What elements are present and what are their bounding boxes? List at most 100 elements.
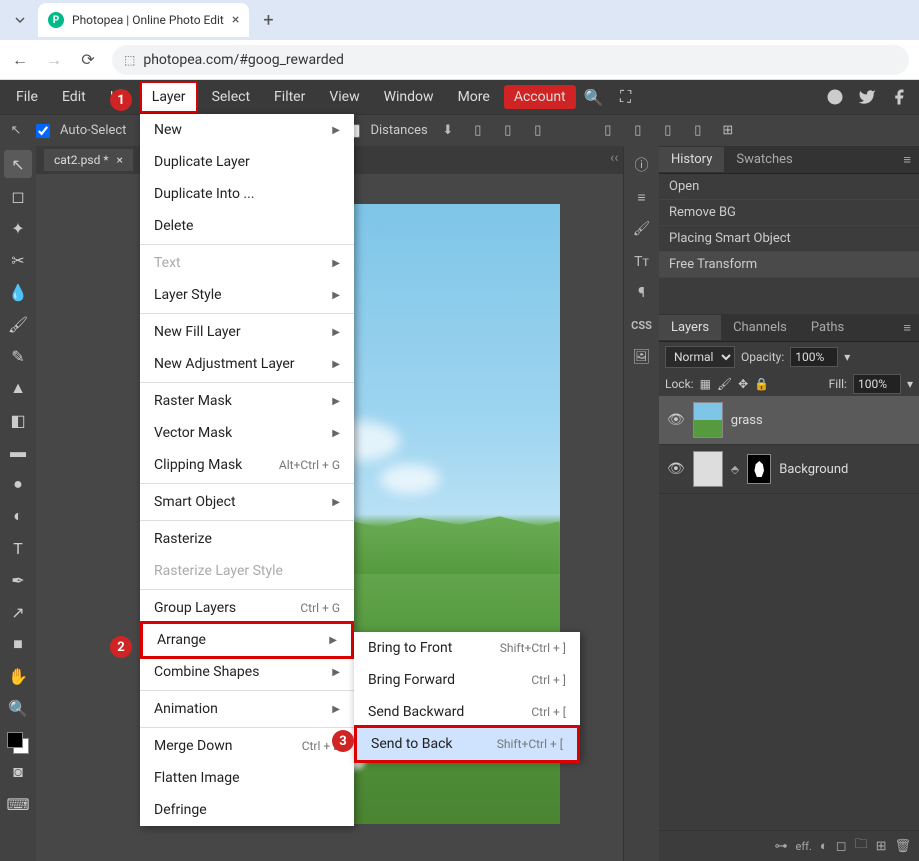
gradient-tool[interactable]: ▬ xyxy=(4,438,32,466)
layer-thumbnail[interactable] xyxy=(693,402,723,438)
menu-item-merge-down[interactable]: Merge DownCtrl + E xyxy=(140,730,354,762)
css-icon[interactable]: CSS xyxy=(629,312,655,338)
adjust-icon[interactable]: ◐ xyxy=(820,838,828,854)
color-swatch[interactable] xyxy=(7,732,29,754)
pen-tool[interactable]: ✒ xyxy=(4,566,32,594)
align-right-icon[interactable]: ▯ xyxy=(528,121,548,141)
stamp-tool[interactable]: ▲ xyxy=(4,374,32,402)
eraser-tool[interactable]: ◧ xyxy=(4,406,32,434)
text2-icon[interactable]: Tᴛ xyxy=(629,248,655,274)
delete-layer-icon[interactable]: 🗑 xyxy=(894,839,911,854)
new-tab-button[interactable]: + xyxy=(255,10,281,31)
lock-all-icon[interactable]: 🔒 xyxy=(754,377,769,391)
back-button[interactable]: ← xyxy=(10,50,30,70)
brush-panel-icon[interactable]: 🖌 xyxy=(629,216,655,242)
zoom-tool[interactable]: 🔍 xyxy=(4,694,32,722)
blur-tool[interactable]: ● xyxy=(4,470,32,498)
marquee-tool[interactable]: ◻ xyxy=(4,182,32,210)
menu-item-defringe[interactable]: Defringe xyxy=(140,794,354,826)
menu-item-new-fill-layer[interactable]: New Fill Layer▶ xyxy=(140,316,354,348)
mask-icon[interactable]: ◻ xyxy=(836,839,847,854)
distribute4-icon[interactable]: ▯ xyxy=(688,121,708,141)
visibility-icon[interactable]: 👁 xyxy=(667,412,685,428)
wand-tool[interactable]: ✦ xyxy=(4,214,32,242)
history-item[interactable]: Remove BG xyxy=(659,200,919,226)
lock-paint-icon[interactable]: 🖌 xyxy=(717,377,732,391)
layer-row[interactable]: 👁 ⬘ Background xyxy=(659,445,919,494)
pencil-tool[interactable]: ✎ xyxy=(4,342,32,370)
address-bar[interactable]: ⬚ photopea.com/#goog_rewarded xyxy=(112,45,909,75)
document-tab[interactable]: cat2.psd * × xyxy=(44,149,133,171)
history-item[interactable]: Placing Smart Object xyxy=(659,226,919,252)
distribute-icon[interactable]: ▯ xyxy=(598,121,618,141)
opacity-input[interactable]: 100% xyxy=(790,347,838,367)
menu-item-new-adjustment-layer[interactable]: New Adjustment Layer▶ xyxy=(140,348,354,380)
menu-item-animation[interactable]: Animation▶ xyxy=(140,693,354,725)
submenu-item-bring-forward[interactable]: Bring ForwardCtrl + ] xyxy=(354,664,580,696)
menu-item-smart-object[interactable]: Smart Object▶ xyxy=(140,486,354,518)
shape-tool[interactable]: ■ xyxy=(4,630,32,658)
move-tool[interactable]: ↖ xyxy=(4,150,32,178)
quickmask-tool[interactable]: ◙ xyxy=(4,758,32,786)
search-icon[interactable]: 🔍 xyxy=(584,87,604,107)
path-tool[interactable]: ↗ xyxy=(4,598,32,626)
eyedropper-tool[interactable]: 💧 xyxy=(4,278,32,306)
distribute3-icon[interactable]: ▯ xyxy=(658,121,678,141)
panel-menu-icon[interactable]: ≡ xyxy=(895,152,919,168)
twitter-icon[interactable] xyxy=(857,87,877,107)
visibility-icon[interactable]: 👁 xyxy=(667,461,685,477)
menu-item-raster-mask[interactable]: Raster Mask▶ xyxy=(140,385,354,417)
menu-item-new[interactable]: New▶ xyxy=(140,114,354,146)
menu-filter[interactable]: Filter xyxy=(264,83,315,111)
folder-icon[interactable]: 🗀 xyxy=(855,835,868,857)
menu-item-group-layers[interactable]: Group LayersCtrl + G xyxy=(140,592,354,624)
menu-item-flatten-image[interactable]: Flatten Image xyxy=(140,762,354,794)
history-tab[interactable]: History xyxy=(659,147,724,172)
collapse-icon[interactable]: ‹‹ xyxy=(610,150,618,166)
menu-item-duplicate-layer[interactable]: Duplicate Layer xyxy=(140,146,354,178)
swatches-tab[interactable]: Swatches xyxy=(724,147,804,172)
lock-trans-icon[interactable]: ▦ xyxy=(700,377,711,391)
fill-dropdown-icon[interactable]: ▾ xyxy=(907,377,913,391)
menu-item-layer-style[interactable]: Layer Style▶ xyxy=(140,279,354,311)
image-icon[interactable]: 🖼 xyxy=(629,344,655,370)
menu-file[interactable]: File xyxy=(6,83,48,111)
paths-tab[interactable]: Paths xyxy=(799,315,856,340)
dodge-tool[interactable]: ◐ xyxy=(4,502,32,530)
align-center-icon[interactable]: ▯ xyxy=(498,121,518,141)
menu-select[interactable]: Select xyxy=(202,83,260,111)
menu-item-duplicate-into-[interactable]: Duplicate Into ... xyxy=(140,178,354,210)
tab-dropdown[interactable] xyxy=(8,8,32,32)
layers-menu-icon[interactable]: ≡ xyxy=(895,320,919,336)
close-tab-icon[interactable]: × xyxy=(232,12,239,28)
mask-thumbnail[interactable] xyxy=(747,454,771,484)
submenu-item-bring-to-front[interactable]: Bring to FrontShift+Ctrl + ] xyxy=(354,632,580,664)
menu-account[interactable]: Account xyxy=(504,85,576,109)
reddit-icon[interactable] xyxy=(825,87,845,107)
distribute2-icon[interactable]: ▯ xyxy=(628,121,648,141)
fullscreen-icon[interactable]: ⛶ xyxy=(616,87,636,107)
opacity-dropdown-icon[interactable]: ▾ xyxy=(844,350,850,364)
settings-icon[interactable]: ≡ xyxy=(629,184,655,210)
menu-more[interactable]: More xyxy=(448,83,500,111)
type-tool[interactable]: T xyxy=(4,534,32,562)
close-doc-icon[interactable]: × xyxy=(117,153,123,167)
menu-item-combine-shapes[interactable]: Combine Shapes▶ xyxy=(140,656,354,688)
download-icon[interactable]: ⬇ xyxy=(438,121,458,141)
menu-view[interactable]: View xyxy=(319,83,369,111)
paragraph-icon[interactable]: ¶ xyxy=(629,280,655,306)
brush-tool[interactable]: 🖌 xyxy=(4,310,32,338)
align-left-icon[interactable]: ▯ xyxy=(468,121,488,141)
menu-item-arrange[interactable]: Arrange▶ xyxy=(140,621,354,659)
history-item[interactable]: Free Transform xyxy=(659,252,919,278)
lock-move-icon[interactable]: ✥ xyxy=(738,377,748,391)
menu-item-rasterize[interactable]: Rasterize xyxy=(140,523,354,555)
link-icon[interactable]: ⬘ xyxy=(731,463,739,476)
browser-tab[interactable]: P Photopea | Online Photo Edit × xyxy=(38,3,249,37)
menu-item-vector-mask[interactable]: Vector Mask▶ xyxy=(140,417,354,449)
fx-icon[interactable]: eff. xyxy=(796,840,812,853)
blend-mode-select[interactable]: Normal xyxy=(665,346,735,368)
layers-tab[interactable]: Layers xyxy=(659,315,721,340)
screenmode-tool[interactable]: ⌨ xyxy=(4,790,32,818)
menu-edit[interactable]: Edit xyxy=(52,83,96,111)
